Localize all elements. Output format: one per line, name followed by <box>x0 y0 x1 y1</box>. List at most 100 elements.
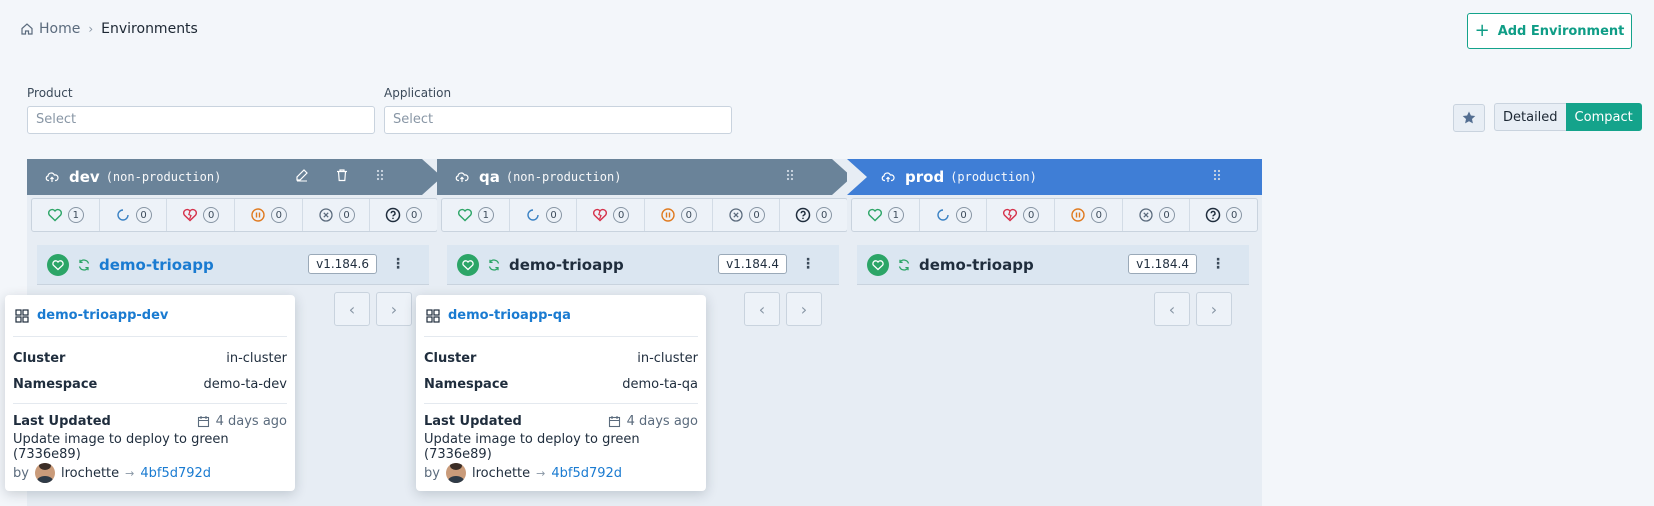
status-filter-progressing[interactable]: 0 <box>920 199 988 231</box>
heart-icon <box>457 207 473 223</box>
status-count: 0 <box>135 207 152 223</box>
cluster-label: Cluster <box>13 350 66 366</box>
status-filter-question[interactable]: 0 <box>370 199 437 231</box>
application-card[interactable]: demo-trioapp v1.184.4 ⋮ <box>447 245 839 285</box>
status-count: 0 <box>955 207 972 223</box>
status-filter-pause[interactable]: 0 <box>235 199 303 231</box>
favorites-button[interactable] <box>1453 104 1485 132</box>
application-card[interactable]: demo-trioapp v1.184.6 ⋮ <box>37 245 429 285</box>
view-toggle: Detailed Compact <box>1494 103 1642 131</box>
popover-title[interactable]: demo-trioapp-dev <box>37 308 168 323</box>
status-count: 1 <box>887 207 904 223</box>
status-count: 0 <box>613 207 630 223</box>
namespace-row: Namespace demo-ta-qa <box>424 371 698 397</box>
plus-icon: + <box>1474 20 1490 41</box>
commit-sha-link[interactable]: 4bf5d792d <box>140 466 211 481</box>
application-name[interactable]: demo-trioapp <box>919 256 1034 274</box>
status-count: 0 <box>1023 207 1040 223</box>
avatar <box>34 463 55 483</box>
synced-icon <box>77 258 91 272</box>
next-page-button[interactable]: › <box>786 292 822 326</box>
status-summary: 1 0 0 0 0 0 <box>31 198 438 232</box>
last-updated-text: 4 days ago <box>626 413 698 429</box>
status-count: 0 <box>338 207 355 223</box>
compact-view-button[interactable]: Compact <box>1565 103 1642 131</box>
cloud-upload-icon <box>881 170 895 184</box>
synced-icon <box>897 258 911 272</box>
detailed-view-button[interactable]: Detailed <box>1494 103 1566 131</box>
status-filter-x-circle[interactable]: 0 <box>1123 199 1191 231</box>
namespace-value: demo-ta-qa <box>622 376 698 392</box>
calendar-icon <box>608 415 620 427</box>
breadcrumb-home[interactable]: Home <box>20 21 80 37</box>
commit-sha-link[interactable]: 4bf5d792d <box>551 466 622 481</box>
status-summary: 1 0 0 0 0 0 <box>851 198 1258 232</box>
previous-page-button[interactable]: ‹ <box>334 292 370 326</box>
broken-heart-icon <box>1002 207 1018 223</box>
cluster-value: in-cluster <box>226 350 287 366</box>
author-name: lrochette <box>471 465 531 481</box>
edit-icon[interactable] <box>295 168 309 186</box>
status-count: 0 <box>680 207 697 223</box>
application-filter-label: Application <box>384 86 452 100</box>
namespace-value: demo-ta-dev <box>203 376 288 392</box>
more-options-icon[interactable]: ⋮ <box>801 257 815 271</box>
more-options-icon[interactable]: ⋮ <box>1211 257 1225 271</box>
x-circle-icon <box>1138 207 1154 223</box>
environment-actions <box>295 168 385 186</box>
status-filter-broken-heart[interactable]: 0 <box>167 199 236 231</box>
status-filter-heart[interactable]: 1 <box>32 199 100 231</box>
add-environment-button[interactable]: + Add Environment <box>1467 13 1632 49</box>
previous-page-button[interactable]: ‹ <box>1154 292 1190 326</box>
popover-divider <box>424 403 698 404</box>
healthy-status-icon <box>457 253 479 276</box>
x-circle-icon <box>728 207 744 223</box>
version-badge: v1.184.4 <box>1128 254 1197 274</box>
status-count: 1 <box>67 207 84 223</box>
commit-author-row: by lrochette → 4bf5d792d <box>13 460 287 486</box>
application-select[interactable]: Select <box>384 106 732 134</box>
namespace-label: Namespace <box>424 376 509 392</box>
popover-title[interactable]: demo-trioapp-qa <box>448 308 571 323</box>
environment-actions <box>1212 168 1222 186</box>
status-filter-heart[interactable]: 1 <box>442 199 510 231</box>
application-name[interactable]: demo-trioapp <box>99 256 214 274</box>
status-filter-pause[interactable]: 0 <box>1055 199 1123 231</box>
status-filter-broken-heart[interactable]: 0 <box>577 199 646 231</box>
breadcrumb-home-label: Home <box>39 21 81 37</box>
cluster-value: in-cluster <box>637 350 698 366</box>
commit-author-row: by lrochette → 4bf5d792d <box>424 460 698 486</box>
status-count: 0 <box>406 207 423 223</box>
more-options-icon[interactable]: ⋮ <box>391 257 405 271</box>
status-count: 0 <box>1158 207 1175 223</box>
previous-page-button[interactable]: ‹ <box>744 292 780 326</box>
status-filter-heart[interactable]: 1 <box>852 199 920 231</box>
status-filter-pause[interactable]: 0 <box>645 199 713 231</box>
drag-handle-icon[interactable] <box>785 168 795 186</box>
calendar-icon <box>197 415 209 427</box>
status-filter-broken-heart[interactable]: 0 <box>987 199 1056 231</box>
heart-icon <box>867 207 883 223</box>
status-filter-x-circle[interactable]: 0 <box>303 199 371 231</box>
status-filter-question[interactable]: 0 <box>1190 199 1257 231</box>
status-filter-progressing[interactable]: 0 <box>510 199 578 231</box>
drag-handle-icon[interactable] <box>1212 168 1222 186</box>
cluster-row: Cluster in-cluster <box>424 345 698 371</box>
delete-icon[interactable] <box>335 168 349 186</box>
drag-handle-icon[interactable] <box>375 168 385 186</box>
cloud-upload-icon <box>455 170 469 184</box>
next-page-button[interactable]: › <box>1196 292 1232 326</box>
status-filter-x-circle[interactable]: 0 <box>713 199 781 231</box>
progressing-icon <box>525 207 541 223</box>
status-filter-progressing[interactable]: 0 <box>100 199 168 231</box>
application-name[interactable]: demo-trioapp <box>509 256 624 274</box>
next-page-button[interactable]: › <box>376 292 412 326</box>
author-name: lrochette <box>60 465 120 481</box>
environment-actions <box>785 168 795 186</box>
pause-icon <box>250 207 266 223</box>
status-filter-question[interactable]: 0 <box>780 199 847 231</box>
application-card[interactable]: demo-trioapp v1.184.4 ⋮ <box>857 245 1249 285</box>
product-select[interactable]: Select <box>27 106 375 134</box>
product-filter-label: Product <box>27 86 73 100</box>
broken-heart-icon <box>182 207 198 223</box>
